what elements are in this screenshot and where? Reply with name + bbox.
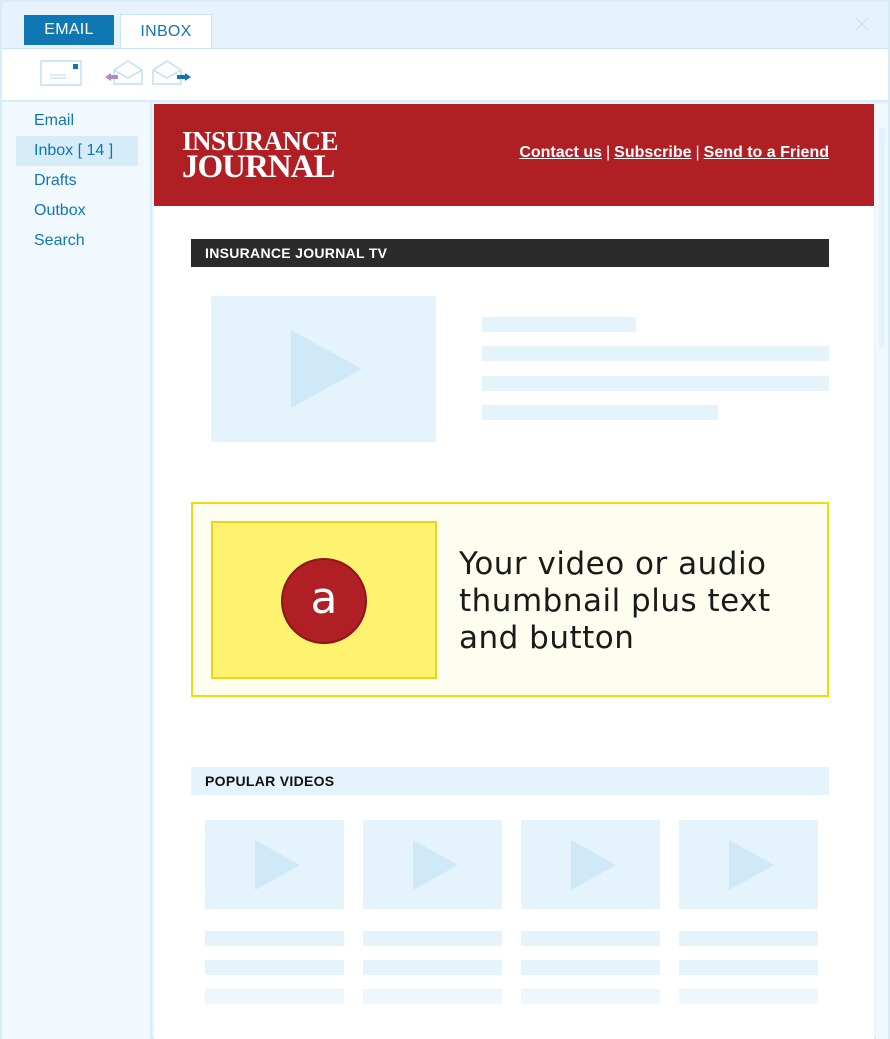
ad-thumbnail[interactable]: a bbox=[211, 521, 437, 679]
text-placeholder bbox=[679, 960, 818, 975]
tab-email[interactable]: EMAIL bbox=[24, 15, 114, 45]
text-placeholder bbox=[363, 931, 502, 946]
sidebar-item-outbox[interactable]: Outbox bbox=[16, 196, 138, 226]
text-placeholder bbox=[482, 405, 718, 420]
text-placeholder bbox=[205, 931, 344, 946]
forward-icon[interactable] bbox=[150, 58, 194, 93]
scrollbar-thumb[interactable] bbox=[879, 128, 885, 348]
text-placeholder bbox=[363, 960, 502, 975]
featured-video-thumbnail[interactable] bbox=[211, 296, 436, 442]
tab-bar: EMAIL INBOX bbox=[2, 2, 888, 48]
compose-icon[interactable] bbox=[40, 58, 84, 93]
text-placeholder bbox=[482, 317, 636, 332]
scrollbar[interactable] bbox=[876, 104, 888, 1039]
text-placeholder bbox=[482, 346, 829, 361]
toolbar bbox=[2, 48, 888, 102]
logo-line-2: JOURNAL bbox=[182, 149, 336, 185]
text-placeholder bbox=[679, 931, 818, 946]
text-placeholder bbox=[521, 960, 660, 975]
sidebar-item-email[interactable]: Email bbox=[16, 106, 138, 136]
popular-video-thumbnail[interactable] bbox=[521, 820, 660, 909]
bottom-fade bbox=[154, 974, 874, 1039]
ad-badge: a bbox=[281, 558, 367, 644]
play-icon bbox=[729, 840, 774, 890]
text-placeholder bbox=[205, 960, 344, 975]
subscribe-link[interactable]: Subscribe bbox=[614, 144, 691, 161]
link-separator: | bbox=[695, 144, 700, 161]
text-placeholder bbox=[482, 376, 829, 391]
section-title-popular: POPULAR VIDEOS bbox=[191, 767, 829, 795]
send-to-friend-link[interactable]: Send to a Friend bbox=[704, 144, 829, 161]
sidebar-item-drafts[interactable]: Drafts bbox=[16, 166, 138, 196]
play-icon bbox=[291, 330, 362, 408]
close-icon[interactable] bbox=[852, 14, 872, 34]
ad-text: Your video or audio thumbnail plus text … bbox=[459, 546, 771, 656]
contact-us-link[interactable]: Contact us bbox=[519, 144, 602, 161]
header-links: Contact us | Subscribe | Send to a Friend bbox=[519, 144, 829, 162]
popular-video-thumbnail[interactable] bbox=[363, 820, 502, 909]
sidebar-item-search[interactable]: Search bbox=[16, 226, 138, 256]
link-separator: | bbox=[605, 144, 611, 161]
popular-video-thumbnail[interactable] bbox=[679, 820, 818, 909]
section-title-tv: INSURANCE JOURNAL TV bbox=[191, 239, 829, 267]
tab-inbox[interactable]: INBOX bbox=[120, 14, 212, 48]
play-icon bbox=[571, 840, 616, 890]
text-placeholder bbox=[521, 931, 660, 946]
email-client-window: EMAIL INBOX Email Inbox [14] Drafts Ou… bbox=[0, 0, 890, 1039]
insurance-journal-logo: INSURANCE JOURNAL bbox=[182, 128, 339, 185]
play-icon bbox=[413, 840, 458, 890]
email-body: INSURANCE JOURNAL Contact us | Subscribe | S… bbox=[154, 104, 874, 1039]
sidebar: Email Inbox [ 14 ] Drafts Outbox Search bbox=[2, 102, 152, 1039]
popular-video-thumbnail[interactable] bbox=[205, 820, 344, 909]
ad-placement[interactable]: a Your video or audio thumbnail plus tex… bbox=[191, 502, 829, 697]
reply-icon[interactable] bbox=[102, 58, 146, 93]
email-header: INSURANCE JOURNAL Contact us | Subscribe | S… bbox=[154, 104, 874, 206]
play-icon bbox=[255, 840, 300, 890]
sidebar-item-inbox[interactable]: Inbox [ 14 ] bbox=[16, 136, 138, 166]
